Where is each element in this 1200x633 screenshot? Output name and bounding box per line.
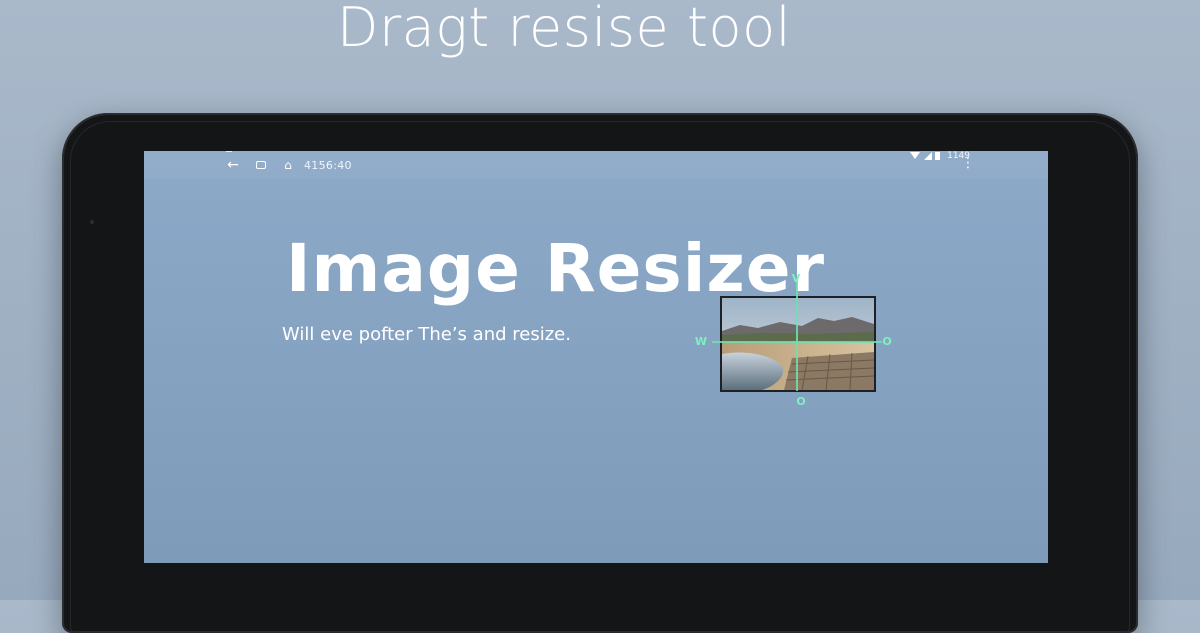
vertical-guide-line: [796, 279, 798, 391]
battery-icon: [935, 152, 940, 160]
back-arrow-icon[interactable]: ←: [224, 158, 242, 172]
resizable-image[interactable]: [720, 296, 876, 392]
notification-icon: [226, 151, 232, 156]
app-subtitle: Will eve pofter The’s and resize.: [282, 324, 571, 345]
landscape-photo: [722, 298, 874, 390]
horizontal-guide-line: [712, 341, 882, 343]
recent-apps-icon[interactable]: [256, 161, 266, 169]
tablet-screen: ← ⌂ 4156:40 1149 ⋮ Image Resizer Will ev…: [144, 151, 1048, 563]
signal-icon: [924, 152, 932, 160]
home-icon[interactable]: ⌂: [280, 158, 296, 172]
resize-handle-right[interactable]: O: [881, 336, 893, 348]
resize-handle-top[interactable]: V: [790, 273, 802, 285]
hero-title: Dragt resise tool: [336, 0, 792, 59]
resize-handle-bottom[interactable]: O: [795, 396, 807, 408]
wifi-icon: [910, 152, 920, 159]
resize-handle-left[interactable]: W: [694, 336, 708, 348]
status-time: 4156:40: [304, 159, 352, 172]
sensor-dot: [90, 220, 94, 224]
more-vert-icon[interactable]: ⋮: [961, 156, 975, 174]
status-bar: ← ⌂ 4156:40 1149 ⋮: [144, 151, 1048, 179]
